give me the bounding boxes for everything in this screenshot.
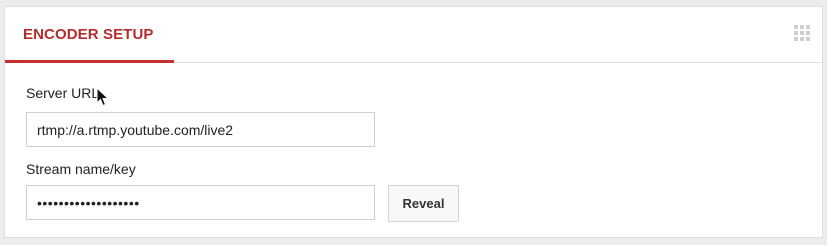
server-url-label: Server URL (26, 85, 100, 101)
tab-encoder-setup[interactable]: ENCODER SETUP (5, 7, 174, 63)
reveal-button[interactable]: Reveal (388, 185, 459, 222)
grid-dots-icon[interactable] (794, 25, 810, 41)
encoder-setup-panel: ENCODER SETUP Server URL Stream name/key… (4, 6, 823, 238)
server-url-input[interactable] (26, 112, 375, 147)
stream-key-label: Stream name/key (26, 161, 136, 177)
tab-label: ENCODER SETUP (23, 26, 154, 43)
panel-header: ENCODER SETUP (5, 7, 822, 63)
stream-key-input[interactable] (26, 185, 375, 220)
